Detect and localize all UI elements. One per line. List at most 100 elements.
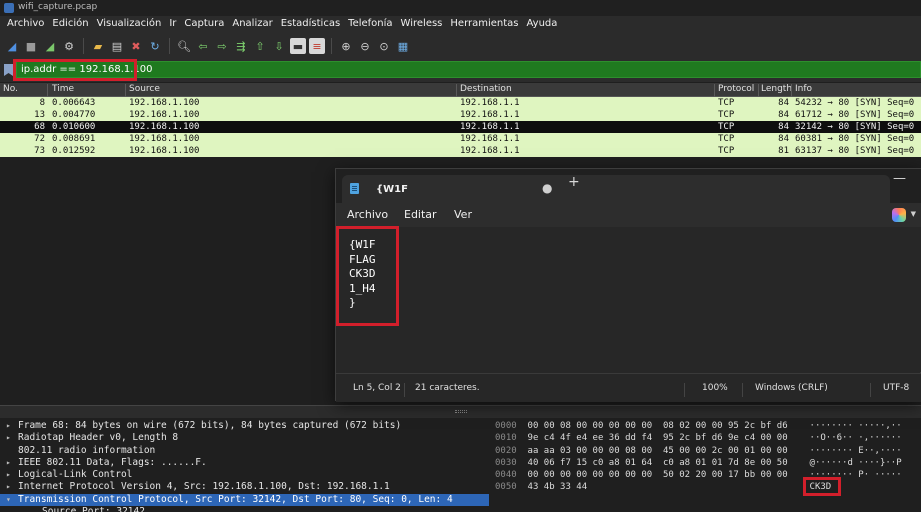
go-back-icon[interactable]: ⇦ [195,38,211,54]
detail-row[interactable]: ▸ IEEE 802.11 Data, Flags: ......F. [0,457,489,469]
encoding[interactable]: UTF-8 [883,383,909,393]
new-tab-button[interactable]: + [568,174,580,190]
cell-source: 192.168.1.100 [129,134,200,144]
packet-row[interactable]: 68 0.010600 192.168.1.100 192.168.1.1 TCP 84 3… [0,121,921,133]
open-folder-icon[interactable]: ▰ [90,38,106,54]
notepad-menu-archivo[interactable]: Archivo [347,208,388,221]
find-packet-icon[interactable]: 🔍︎ [176,38,192,54]
packet-row[interactable]: 8 0.006643 192.168.1.100 192.168.1.1 TCP 84 54… [0,97,921,109]
menu-ir[interactable]: Ir [165,16,180,34]
col-source[interactable]: Source [129,84,160,94]
expand-right-icon[interactable]: ▸ [6,481,18,493]
hex-ascii: CK3D [809,482,832,493]
hex-row[interactable]: 0030 40 06 f7 15 c0 a8 01 64 c0 a8 01 01… [495,457,921,469]
hex-bytes: 00 00 00 00 00 00 00 00 50 02 20 00 17 b… [527,470,788,481]
notepad-content[interactable]: {W1F FLAG CK3D 1_H4 } [349,238,376,311]
colorize-icon[interactable]: ≡ [309,38,325,54]
zoom-out-icon[interactable]: ⊖ [357,38,373,54]
expand-right-icon[interactable]: ▸ [6,432,18,444]
hex-row[interactable]: 0040 00 00 00 00 00 00 00 00 50 02 20 00… [495,469,921,481]
autoscroll-icon[interactable]: ▬ [290,38,306,54]
menu-ayuda[interactable]: Ayuda [523,16,562,34]
menu-visualizacion[interactable]: Visualización [93,16,166,34]
menu-telefonia[interactable]: Telefonía [344,16,396,34]
hex-row[interactable]: 0010 9e c4 4f e4 ee 36 dd f4 95 2c bf d6… [495,432,921,444]
close-file-icon[interactable]: ✖ [128,38,144,54]
notepad-menu-ver[interactable]: Ver [454,208,472,221]
minimize-button[interactable]: — [893,171,906,186]
unsaved-dot-icon[interactable]: ● [542,181,552,195]
column-divider [791,84,792,98]
col-length[interactable]: Length [761,84,792,94]
line-ending[interactable]: Windows (CRLF) [755,383,828,393]
menu-estadisticas[interactable]: Estadísticas [277,16,344,34]
notepad-tab[interactable]: {W1F ● [342,175,890,203]
detail-text: IEEE 802.11 Data, Flags: ......F. [18,456,207,468]
expand-right-icon[interactable]: ▸ [6,420,18,432]
shark-fin-icon[interactable]: ◢ [4,38,20,54]
hex-row[interactable]: 0000 00 00 08 00 00 00 00 00 08 02 00 00… [495,420,921,432]
status-divider [684,383,685,397]
menu-analizar[interactable]: Analizar [228,16,276,34]
copilot-icon[interactable] [892,208,906,222]
cell-source: 192.168.1.100 [129,98,200,108]
expand-down-icon[interactable]: ▾ [6,494,18,506]
expand-right-icon[interactable]: ▸ [6,469,18,481]
options-gear-icon[interactable]: ⚙ [61,38,77,54]
column-divider [758,84,759,98]
go-forward-icon[interactable]: ⇨ [214,38,230,54]
col-protocol[interactable]: Protocol [718,84,754,94]
packet-row[interactable]: 73 0.012592 192.168.1.100 192.168.1.1 TCP 81 6… [0,145,921,157]
splitter-grip[interactable] [455,410,467,413]
toolbar-separator [331,38,332,54]
detail-text: Transmission Control Protocol, Src Port:… [18,493,453,505]
packet-row[interactable]: 72 0.008691 192.168.1.100 192.168.1.1 TCP 84 6… [0,133,921,145]
bookmark-icon[interactable] [4,64,13,76]
expand-right-icon[interactable]: ▸ [6,457,18,469]
zoom-reset-icon[interactable]: ⊙ [376,38,392,54]
col-info[interactable]: Info [795,84,812,94]
hex-row[interactable]: 0050 43 4b 33 44 CK3D [495,481,921,493]
detail-row[interactable]: ▸ Radiotap Header v0, Length 8 [0,432,489,444]
display-filter-input[interactable] [16,61,921,78]
hex-row[interactable]: 0020 aa aa 03 00 00 00 08 00 45 00 00 2c… [495,445,921,457]
notepad-window: {W1F ● + — Archivo Editar Ver ▼ {W1F FLA… [335,168,921,402]
reload-icon[interactable]: ↻ [147,38,163,54]
window-title: wifi_capture.pcap [18,2,98,12]
packet-row[interactable]: 13 0.004770 192.168.1.100 192.168.1.1 TCP 84 6… [0,109,921,121]
zoom-in-icon[interactable]: ⊕ [338,38,354,54]
last-packet-icon[interactable]: ⇩ [271,38,287,54]
detail-row[interactable]: ▸ Logical-Link Control [0,469,489,481]
menu-herramientas[interactable]: Herramientas [446,16,522,34]
detail-row[interactable]: ▾ Transmission Control Protocol, Src Port… [0,493,489,507]
detail-row[interactable]: Source Port: 32142 [0,506,489,512]
detail-row[interactable]: 802.11 radio information [0,445,489,457]
packet-bytes-pane: 0000 00 00 08 00 00 00 00 00 08 02 00 00… [489,418,921,512]
cell-no: 68 [34,122,45,132]
col-no[interactable]: No. [3,84,18,94]
hex-offset: 0000 [495,421,517,431]
go-to-packet-icon[interactable]: ⇶ [233,38,249,54]
notepad-menu-editar[interactable]: Editar [404,208,437,221]
col-destination[interactable]: Destination [460,84,512,94]
detail-row[interactable]: ▸ Internet Protocol Version 4, Src: 192.1… [0,481,489,493]
cell-length: 84 [778,122,789,132]
hex-offset: 0010 [495,433,517,444]
col-time[interactable]: Time [52,84,74,94]
save-file-icon[interactable]: ▤ [109,38,125,54]
zoom-level[interactable]: 100% [702,383,728,393]
pane-splitter[interactable] [0,405,921,418]
chevron-down-icon[interactable]: ▼ [911,210,916,218]
menu-edicion[interactable]: Edición [48,16,92,34]
menu-wireless[interactable]: Wireless [397,16,447,34]
resize-columns-icon[interactable]: ▦ [395,38,411,54]
menu-archivo[interactable]: Archivo [3,16,48,34]
hex-offset: 0040 [495,470,517,481]
hex-offset: 0030 [495,457,517,468]
first-packet-icon[interactable]: ⇧ [252,38,268,54]
notepad-text-area[interactable]: {W1F FLAG CK3D 1_H4 } [336,226,921,372]
restart-icon[interactable]: ◢ [42,38,58,54]
stop-icon[interactable]: ■ [23,38,39,54]
menu-captura[interactable]: Captura [180,16,228,34]
detail-row[interactable]: ▸ Frame 68: 84 bytes on wire (672 bits), … [0,420,489,432]
